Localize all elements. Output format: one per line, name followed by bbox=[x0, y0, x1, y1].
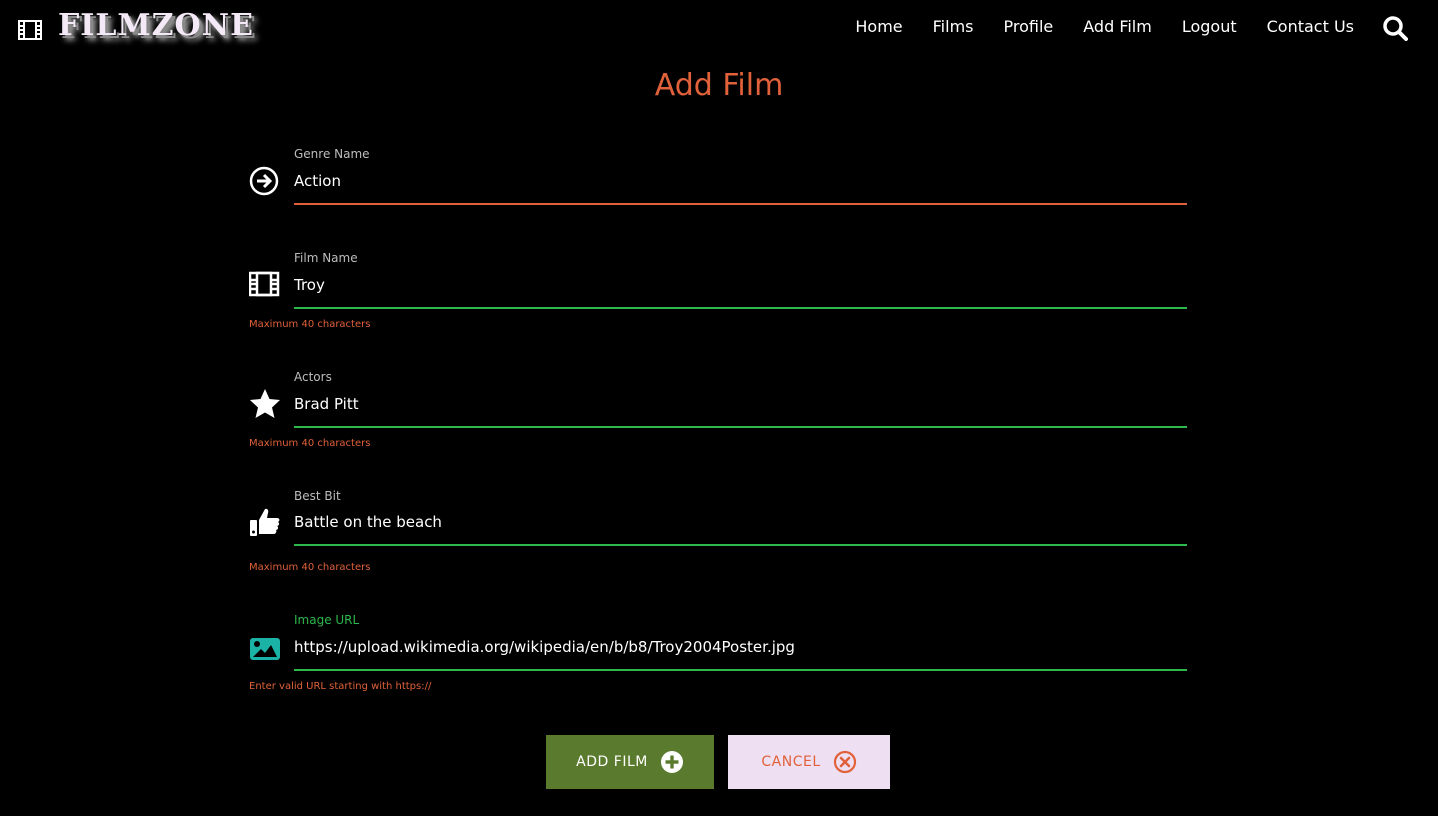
cancel-label: CANCEL bbox=[761, 754, 821, 770]
nav-contact-us[interactable]: Contact Us bbox=[1267, 17, 1354, 36]
actors-input[interactable] bbox=[294, 389, 1187, 419]
best-bit-underline bbox=[294, 544, 1187, 546]
image-url-label: Image URL bbox=[294, 613, 360, 627]
film-name-helper: Maximum 40 characters bbox=[249, 319, 371, 330]
best-bit-helper: Maximum 40 characters bbox=[249, 562, 371, 573]
actors-field: Actors Maximum 40 characters bbox=[249, 370, 1187, 452]
image-icon bbox=[250, 638, 280, 660]
actors-helper: Maximum 40 characters bbox=[249, 438, 371, 449]
navbar: FILMZONE Home Films Profile Add Film Log… bbox=[0, 0, 1438, 56]
thumbs-up-icon bbox=[250, 508, 280, 536]
genre-label: Genre Name bbox=[294, 147, 370, 161]
brand-logo[interactable]: FILMZONE bbox=[58, 8, 254, 43]
genre-field: Genre Name bbox=[249, 147, 1187, 207]
nav-links: Home Films Profile Add Film Logout Conta… bbox=[855, 17, 1354, 36]
nav-home[interactable]: Home bbox=[855, 17, 902, 36]
add-film-button[interactable]: ADD FILM bbox=[546, 735, 714, 789]
film-icon bbox=[249, 271, 280, 297]
nav-add-film[interactable]: Add Film bbox=[1083, 17, 1152, 36]
search-icon[interactable] bbox=[1382, 15, 1408, 41]
star-icon bbox=[250, 389, 280, 418]
nav-films[interactable]: Films bbox=[933, 17, 974, 36]
add-film-label: ADD FILM bbox=[576, 754, 648, 770]
film-name-label: Film Name bbox=[294, 251, 358, 265]
genre-input[interactable] bbox=[294, 166, 1187, 196]
cancel-button[interactable]: CANCEL bbox=[728, 735, 890, 789]
image-url-field: Image URL Enter valid URL starting with … bbox=[249, 613, 1187, 695]
image-url-underline bbox=[294, 669, 1187, 671]
page-title: Add Film bbox=[654, 68, 784, 103]
best-bit-input[interactable] bbox=[294, 507, 1187, 537]
nav-profile[interactable]: Profile bbox=[1004, 17, 1054, 36]
image-url-helper: Enter valid URL starting with https:// bbox=[249, 681, 432, 692]
image-url-input[interactable] bbox=[294, 632, 1187, 662]
plus-circle-icon bbox=[660, 751, 683, 773]
arrow-circle-right-icon bbox=[249, 166, 279, 196]
best-bit-field: Best Bit Maximum 40 characters bbox=[249, 489, 1187, 575]
genre-underline bbox=[294, 203, 1187, 205]
actors-underline bbox=[294, 426, 1187, 428]
best-bit-label: Best Bit bbox=[294, 489, 341, 503]
actors-label: Actors bbox=[294, 370, 332, 384]
film-name-input[interactable] bbox=[294, 270, 1187, 300]
times-circle-icon bbox=[833, 750, 856, 774]
film-name-underline bbox=[294, 307, 1187, 309]
film-icon bbox=[18, 20, 42, 40]
nav-logout[interactable]: Logout bbox=[1182, 17, 1237, 36]
film-name-field: Film Name Maximum 40 characters bbox=[249, 251, 1187, 333]
